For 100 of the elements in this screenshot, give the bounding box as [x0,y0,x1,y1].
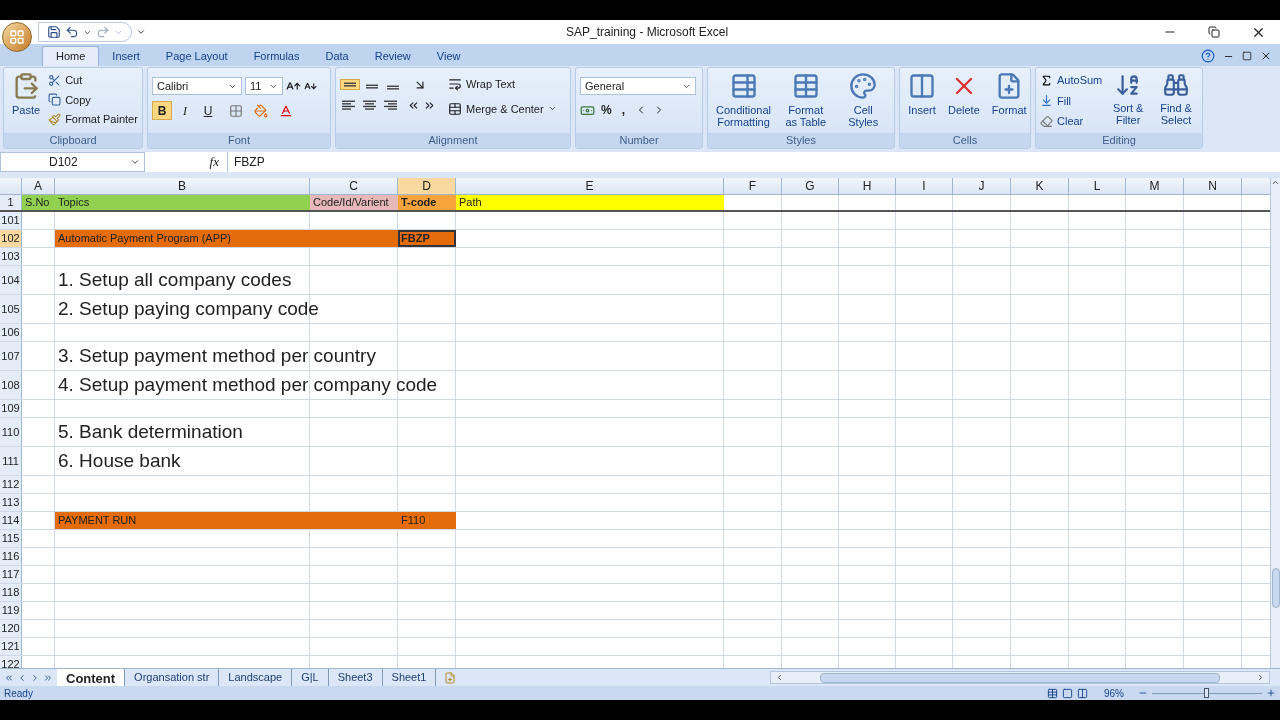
binoculars-icon [1163,72,1190,98]
ribbon-tab[interactable]: Data [312,46,362,66]
copy-button[interactable]: Copy [48,91,138,108]
row-header[interactable]: 102 [0,230,22,247]
redo-button[interactable] [96,25,110,39]
styles-button[interactable]: Conditional Formatting [712,72,776,133]
horizontal-scrollbar[interactable] [770,671,1270,684]
scroll-right-icon [1256,673,1265,682]
clear-button[interactable]: Clear [1040,113,1103,130]
format-painter-button[interactable]: Format Painter [48,111,138,128]
save-button[interactable] [47,25,61,39]
function-label[interactable]: fx [209,152,219,172]
center-button[interactable] [361,98,379,113]
cell-text: FBZP [400,231,430,247]
undo-button[interactable] [65,25,79,39]
office-button[interactable] [2,22,32,52]
ribbon-tab[interactable]: Formulas [240,46,313,66]
sheet-tab[interactable]: Content [57,669,126,686]
font-name-dropdown[interactable]: Calibri [152,77,242,95]
name-box[interactable]: D102 [0,152,145,172]
zoom-slider[interactable] [1152,688,1262,698]
top-align-button[interactable] [340,79,360,91]
font-color-button[interactable] [279,103,293,118]
column-header[interactable]: J [953,178,1011,194]
row-header[interactable]: 105 [0,295,22,323]
column-header[interactable]: M [1126,178,1184,194]
column-header[interactable]: B [55,178,310,194]
scrollbar-thumb[interactable] [820,672,1220,683]
scrollbar-thumb[interactable] [1271,568,1280,608]
row-header[interactable]: 106 [0,324,22,341]
styles-button[interactable]: Cell Styles [836,72,890,133]
ribbon-tab[interactable]: View [423,46,474,66]
comma-button[interactable]: , [617,101,629,119]
column-header[interactable]: N [1184,178,1242,194]
editing-button[interactable]: Sort & Filter [1106,72,1151,133]
row-header[interactable]: 110 [0,418,22,446]
align-left-button[interactable] [340,98,358,113]
bold-button[interactable]: B [152,101,172,120]
column-header[interactable]: H [839,178,896,194]
paste-button[interactable]: Paste [8,72,45,133]
merge-center-button[interactable]: Merge & Center [448,100,557,117]
row-header[interactable]: 1 [0,195,22,210]
zoom-level[interactable]: 96% [1104,685,1134,701]
formula-field[interactable]: FBZP [227,152,1280,172]
cells-button[interactable]: Delete [944,72,984,133]
row-header[interactable]: 101 [0,212,22,229]
cells-button[interactable]: Format [987,72,1031,133]
group-label: Cells [952,133,978,149]
row-header[interactable]: 103 [0,248,22,265]
row-header[interactable]: 114 [0,512,22,529]
previous-sheet-icon[interactable] [17,672,27,683]
column-header[interactable]: K [1011,178,1069,194]
row-header[interactable]: 115 [0,530,22,547]
row-header[interactable]: 119 [0,602,22,619]
customize-toolbar-button[interactable] [136,27,146,37]
first-sheet-icon[interactable] [4,672,14,683]
row-header[interactable]: 109 [0,400,22,417]
ribbon-tab[interactable]: Page Layout [152,46,241,66]
underline-button[interactable]: U [198,101,218,120]
row-header[interactable]: 107 [0,342,22,370]
column-header[interactable]: A [22,178,55,194]
row-header[interactable]: 117 [0,566,22,583]
row-header[interactable]: 108 [0,371,22,399]
row-header[interactable]: 121 [0,638,22,655]
fill-button[interactable]: Fill [1040,92,1103,109]
cells-button[interactable]: Insert [904,72,940,133]
vertical-scrollbar[interactable] [1270,178,1280,668]
font-size-dropdown[interactable]: 11 [245,77,283,95]
row-header[interactable]: 122 [0,656,22,668]
column-header[interactable]: L [1069,178,1126,194]
row-header[interactable]: 116 [0,548,22,565]
italic-button[interactable]: I [175,101,195,120]
row-header[interactable]: 104 [0,266,22,294]
styles-button[interactable]: Format as Table [779,72,833,133]
ribbon-tab[interactable]: Home [42,46,100,66]
row-header[interactable]: 112 [0,476,22,493]
ribbon-tab[interactable]: Review [361,46,424,66]
fill-color-button[interactable] [254,103,268,118]
row-header[interactable]: 118 [0,584,22,601]
ribbon-tab[interactable]: Insert [99,46,153,66]
row-header[interactable]: 111 [0,447,22,475]
row-header[interactable]: 113 [0,494,22,511]
borders-button[interactable] [229,103,243,118]
autosum-button[interactable]: AutoSum [1040,72,1103,89]
slider-thumb[interactable] [1204,688,1209,698]
wrap-text-button[interactable]: Wrap Text [448,76,557,93]
next-sheet-icon[interactable] [30,672,40,683]
align-right-button[interactable] [382,98,400,113]
cell-text: Automatic Payment Program (APP) [57,231,231,247]
column-header[interactable]: F [724,178,782,194]
percent-button[interactable]: % [601,101,612,119]
cut-button[interactable]: Cut [48,72,138,89]
number-format-dropdown[interactable]: General [580,77,696,95]
column-header[interactable]: D [398,178,456,194]
last-sheet-icon[interactable] [43,672,53,683]
row-header[interactable]: 120 [0,620,22,637]
column-header[interactable]: I [896,178,953,194]
column-header[interactable]: G [782,178,839,194]
column-header[interactable]: E [456,178,724,194]
editing-button[interactable]: Find & Select [1154,72,1198,133]
